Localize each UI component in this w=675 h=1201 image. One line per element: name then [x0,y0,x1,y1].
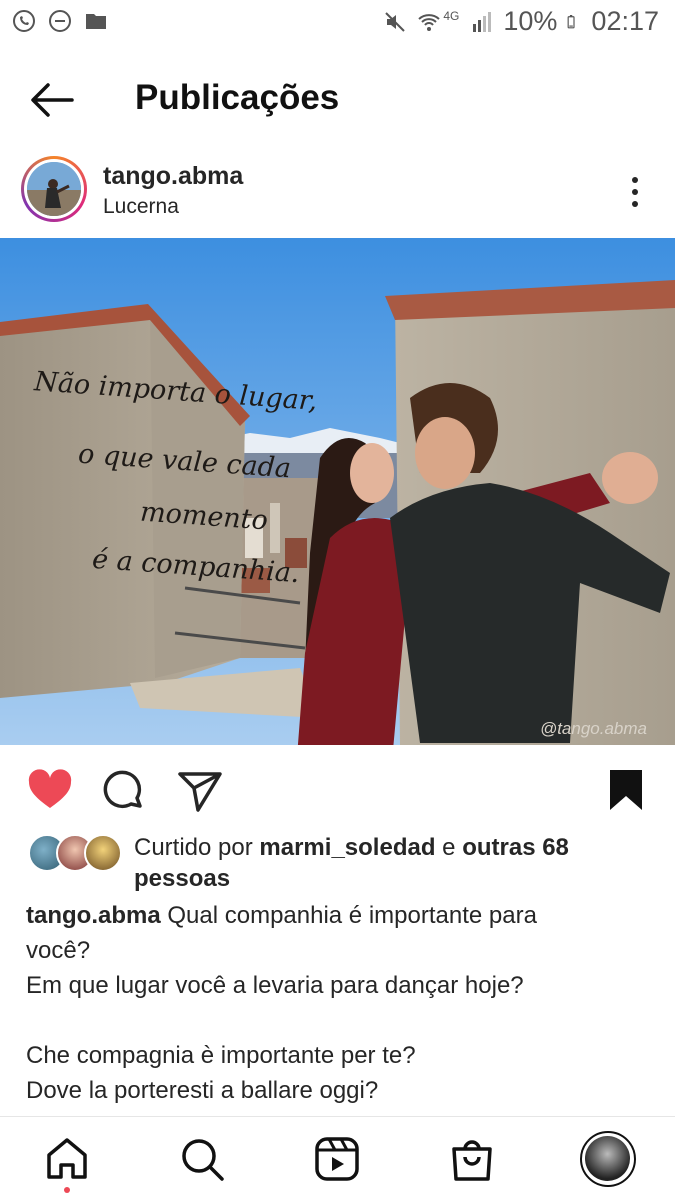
top-bar: Publicações [0,60,675,140]
wifi-icon [418,13,441,31]
page-title: Publicações [135,78,340,117]
comment-icon[interactable] [100,766,148,814]
caption-line-3 [26,1003,646,1038]
caption-line-5: Dove la porteresti a ballare oggi? [26,1077,379,1104]
back-arrow-icon[interactable] [28,80,76,120]
battery-icon [568,14,576,28]
mute-icon [385,11,406,32]
share-send-icon[interactable] [176,766,224,814]
avatar [84,834,122,872]
bottom-navigation [0,1116,675,1201]
do-not-disturb-icon [49,10,71,32]
likes-conj: e [442,834,456,861]
post-caption: tango.abma Qual companhia é importante p… [26,898,646,1108]
like-heart-icon[interactable] [26,766,74,814]
battery-percent: 10% [503,6,558,36]
caption-line-2: Em que lugar você a levaria para dançar … [26,972,524,999]
clock: 02:17 [591,6,659,36]
signal-icon [473,11,492,32]
caption-first-line: Qual companhia é importante para [167,902,537,929]
likes-text: Curtido por marmi_soledad e outras 68 pe… [134,832,634,894]
story-ring[interactable] [21,156,87,222]
caption-line-4: Che compagnia è importante per te? [26,1042,416,1069]
reels-icon[interactable] [313,1135,361,1183]
whatsapp-icon [13,10,35,32]
caption-line-1: você? [26,937,91,964]
home-icon[interactable] [43,1135,91,1183]
caption-username[interactable]: tango.abma [26,902,161,929]
liked-by-user[interactable]: marmi_soledad [259,834,435,861]
post-actions [0,760,675,820]
post-location[interactable]: Lucerna [103,195,179,219]
search-icon[interactable] [178,1135,226,1183]
post-photo[interactable]: Não importa o lugar, o que vale cada mom… [0,238,675,745]
more-options-icon[interactable] [625,172,645,212]
shop-icon[interactable] [448,1135,496,1183]
network-type: 4G [443,8,460,23]
likes-prefix: Curtido por [134,834,253,861]
post-username[interactable]: tango.abma [103,162,243,191]
home-active-dot [64,1187,70,1193]
status-bar: 4G 10% 02:17 [0,0,675,46]
photo-watermark: @tango.abma [539,719,647,738]
folder-icon [86,14,106,29]
photo-scene [0,238,675,745]
bookmark-saved-icon[interactable] [602,766,650,814]
avatar [27,162,81,216]
profile-avatar[interactable] [580,1131,636,1187]
post-header: tango.abma Lucerna [0,150,675,235]
caption-line-0: tango.abma Qual companhia é importante p… [26,898,646,933]
liked-by-avatars [28,834,122,872]
